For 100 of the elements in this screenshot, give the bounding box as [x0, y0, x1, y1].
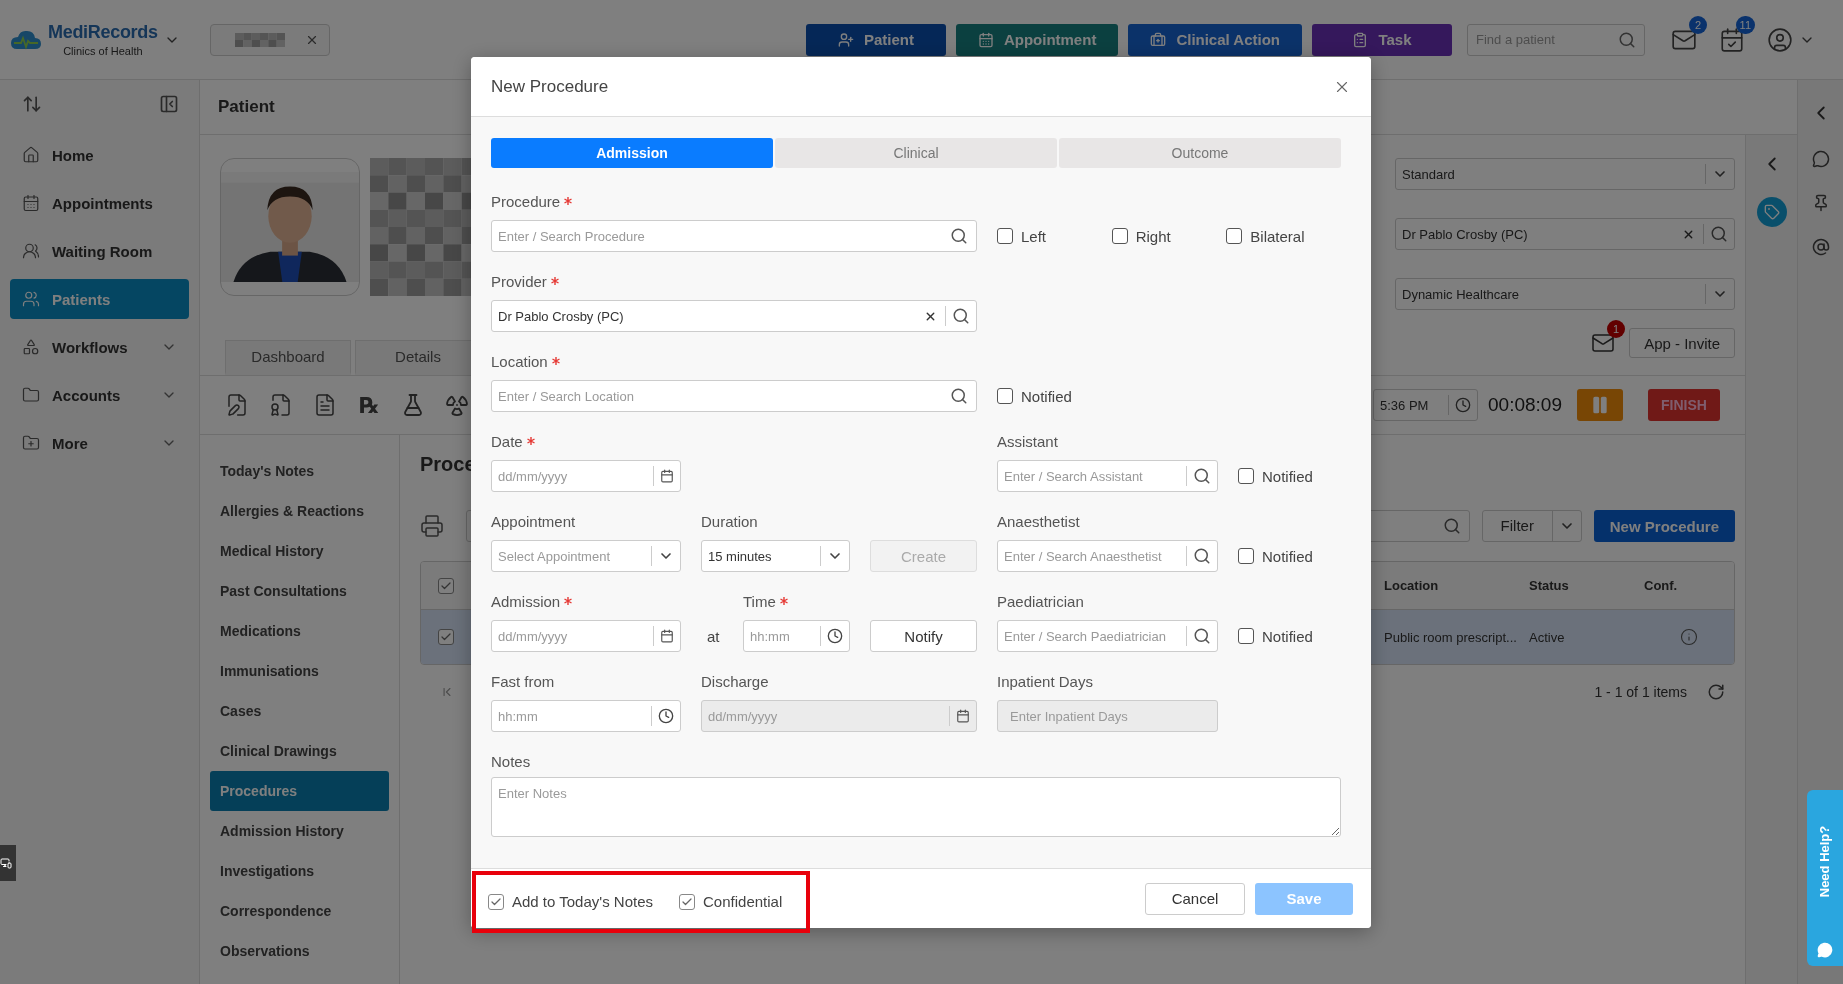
- tag-button[interactable]: [1756, 197, 1787, 227]
- collapse-icon[interactable]: [159, 94, 179, 114]
- date-field[interactable]: dd/mm/yyyy: [491, 460, 681, 492]
- action-button[interactable]: Appointment: [955, 23, 1119, 56]
- radiation-icon[interactable]: [445, 393, 469, 417]
- checkbox[interactable]: [488, 893, 504, 910]
- tab[interactable]: Clinical: [775, 138, 1057, 168]
- at-icon[interactable]: [1811, 238, 1830, 256]
- practice-select[interactable]: Dynamic Healthcare: [1395, 278, 1735, 310]
- provider-field[interactable]: Dr Pablo Crosby (PC): [491, 300, 977, 332]
- sidebar-item[interactable]: Accounts: [10, 375, 189, 415]
- appointment-input[interactable]: Select Appointment: [498, 548, 651, 564]
- invite-button[interactable]: App - Invite: [1629, 328, 1735, 358]
- checkbox[interactable]: [679, 893, 695, 910]
- subnav-item[interactable]: Past Consultations: [210, 571, 389, 611]
- tab[interactable]: Outcome: [1059, 138, 1341, 168]
- subnav-item[interactable]: Observations: [210, 931, 389, 971]
- location-input[interactable]: Enter / Search Location: [498, 388, 942, 404]
- assistant-field[interactable]: Enter / Search Assistant: [997, 460, 1218, 492]
- new-procedure-button[interactable]: New Procedure: [1593, 510, 1735, 542]
- billing-input[interactable]: Standard: [1402, 166, 1705, 182]
- action-button[interactable]: Task: [1312, 23, 1452, 56]
- prescription-symbol[interactable]: ℞: [357, 392, 381, 418]
- subnav-item[interactable]: Medical History: [210, 531, 389, 571]
- fast-from-field[interactable]: hh:mm: [491, 700, 681, 732]
- note-edit-icon[interactable]: [225, 393, 249, 417]
- refresh-icon[interactable]: [1707, 683, 1725, 701]
- print-icon[interactable]: [420, 514, 444, 538]
- flask-icon[interactable]: [401, 393, 425, 417]
- column-header[interactable]: Conf.: [1644, 578, 1734, 593]
- side-tab[interactable]: [0, 845, 16, 881]
- document-icon[interactable]: [313, 393, 337, 417]
- action-button[interactable]: Patient: [805, 23, 946, 56]
- procedure-field[interactable]: Enter / Search Procedure: [491, 220, 977, 252]
- checkbox[interactable]: [1111, 228, 1128, 244]
- tab[interactable]: Dashboard: [225, 340, 351, 375]
- billing-select[interactable]: Standard: [1395, 158, 1735, 190]
- subnav-item[interactable]: Immunisations: [210, 651, 389, 691]
- checkbox[interactable]: [1226, 228, 1243, 244]
- timer: 00:08:09: [1488, 394, 1562, 416]
- help-tab[interactable]: Need Help?: [1807, 790, 1843, 966]
- provider-field[interactable]: Dr Pablo Crosby (PC): [1395, 218, 1735, 250]
- notify-button[interactable]: Notify: [870, 620, 977, 652]
- sidebar-item[interactable]: Workflows: [10, 327, 189, 367]
- paediatrician-input[interactable]: Enter / Search Paediatrician: [1004, 628, 1186, 644]
- time-field[interactable]: hh:mm: [743, 620, 850, 652]
- checkbox[interactable]: [438, 629, 454, 645]
- checkbox[interactable]: [438, 577, 454, 594]
- subnav-item[interactable]: Clinical Drawings: [210, 731, 389, 771]
- mail-icon[interactable]: [1591, 331, 1616, 355]
- checkbox[interactable]: [1238, 628, 1254, 644]
- chat-icon[interactable]: [1811, 150, 1830, 168]
- anaesthetist-field[interactable]: Enter / Search Anaesthetist: [997, 540, 1218, 572]
- location-field[interactable]: Enter / Search Location: [491, 380, 977, 412]
- subnav-item[interactable]: Correspondence: [210, 891, 389, 931]
- checkbox[interactable]: [1238, 548, 1254, 564]
- notes-field[interactable]: Enter Notes: [491, 777, 1341, 837]
- sidebar-item[interactable]: More: [10, 423, 189, 463]
- filter-button[interactable]: Filter: [1481, 510, 1582, 542]
- subnav-item[interactable]: Investigations: [210, 851, 389, 891]
- checkbox[interactable]: [997, 388, 1013, 404]
- resize-icon[interactable]: [22, 94, 42, 114]
- admission-date-input[interactable]: dd/mm/yyyy: [498, 628, 653, 644]
- practice-input[interactable]: Dynamic Healthcare: [1402, 286, 1705, 302]
- provider-input[interactable]: Dr Pablo Crosby (PC): [1402, 226, 1674, 242]
- info-icon[interactable]: [1680, 628, 1698, 646]
- provider-input[interactable]: Dr Pablo Crosby (PC): [498, 308, 916, 324]
- subnav-item[interactable]: Cases: [210, 691, 389, 731]
- assistant-input[interactable]: Enter / Search Assistant: [1004, 468, 1186, 484]
- subnav-item[interactable]: Today's Notes: [210, 451, 389, 491]
- date-input[interactable]: dd/mm/yyyy: [498, 468, 653, 484]
- checkbox[interactable]: [997, 228, 1013, 244]
- column-header[interactable]: Location: [1384, 578, 1529, 593]
- duration-select[interactable]: 15 minutes: [701, 540, 850, 572]
- fast-from-input[interactable]: hh:mm: [498, 708, 651, 724]
- paediatrician-field[interactable]: Enter / Search Paediatrician: [997, 620, 1218, 652]
- finish-button[interactable]: FINISH: [1648, 389, 1720, 421]
- sidebar-item[interactable]: Patients: [10, 279, 189, 319]
- subnav-item[interactable]: Allergies & Reactions: [210, 491, 389, 531]
- subnav-item[interactable]: Medications: [210, 611, 389, 651]
- time-field[interactable]: 5:36 PM: [1373, 389, 1479, 421]
- sidebar-item[interactable]: Home: [10, 135, 189, 175]
- anaesthetist-input[interactable]: Enter / Search Anaesthetist: [1004, 548, 1186, 564]
- sidebar-item[interactable]: Waiting Room: [10, 231, 189, 271]
- subnav-item[interactable]: Admission History: [210, 811, 389, 851]
- appointment-select[interactable]: Select Appointment: [491, 540, 681, 572]
- cancel-button[interactable]: Cancel: [1145, 882, 1245, 915]
- subnav-item[interactable]: Procedures: [210, 771, 389, 811]
- tab[interactable]: Admission: [491, 138, 773, 168]
- procedure-input[interactable]: Enter / Search Procedure: [498, 228, 942, 244]
- sidebar-item[interactable]: Appointments: [10, 183, 189, 223]
- duration-input[interactable]: 15 minutes: [708, 548, 820, 564]
- user-icon[interactable]: [1767, 26, 1793, 53]
- time-input[interactable]: hh:mm: [750, 628, 820, 644]
- document-badge-icon[interactable]: [269, 393, 293, 417]
- time-input[interactable]: 5:36 PM: [1380, 397, 1449, 413]
- admission-date-field[interactable]: dd/mm/yyyy: [491, 620, 681, 652]
- checkbox[interactable]: [1238, 468, 1254, 484]
- column-header[interactable]: Status: [1529, 578, 1644, 593]
- action-button[interactable]: Clinical Action: [1128, 23, 1302, 56]
